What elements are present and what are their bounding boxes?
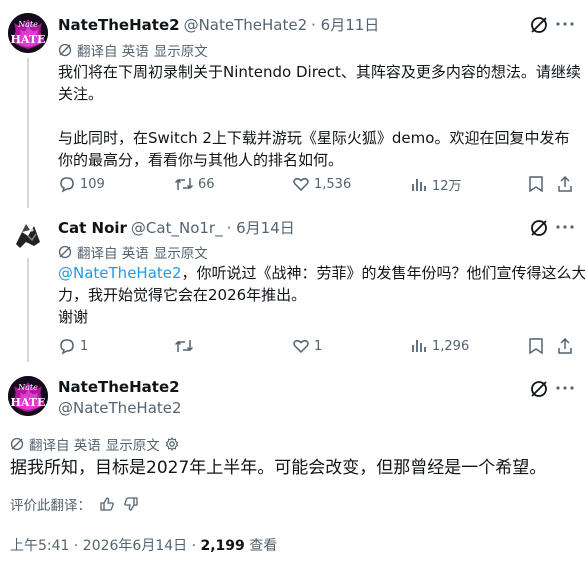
view-count: 2,199: [200, 538, 245, 554]
heart-icon: [292, 175, 310, 193]
tweet-date[interactable]: · 6月14日: [227, 217, 295, 238]
translated-from: 翻译自 英语: [29, 438, 101, 454]
reply-count: 109: [80, 176, 105, 192]
author-name[interactable]: NateTheHate2: [58, 16, 180, 34]
svg-text:Nate: Nate: [17, 20, 38, 29]
bookmark-icon[interactable]: [528, 337, 544, 355]
thumbs-up-icon[interactable]: [99, 496, 115, 512]
author-handle[interactable]: @NateTheHate2: [58, 399, 182, 417]
reply-button[interactable]: 1: [58, 337, 88, 355]
show-original-link[interactable]: 显示原文: [154, 242, 208, 262]
translate-icon: [58, 245, 72, 259]
translated-from: 翻译自 英语: [77, 246, 149, 262]
view-label: 查看: [244, 538, 278, 554]
reply-button[interactable]: 109: [58, 175, 105, 193]
grok-icon[interactable]: [530, 16, 548, 34]
main-tweet-text: 据我所知，目标是2027年上半年。可能会改变，但那曾经是一个希望。: [10, 458, 547, 478]
grok-icon[interactable]: [530, 380, 548, 398]
tweet-date[interactable]: · 6月11日: [311, 14, 379, 35]
mention-link[interactable]: @NateTheHate2: [58, 264, 182, 282]
show-original-link[interactable]: 显示原文: [106, 434, 160, 454]
tweet-text: 我们将在下周初录制关于Nintendo Direct、其阵容及更多内容的想法。请…: [58, 63, 581, 169]
views-button[interactable]: 12万: [410, 175, 462, 194]
repost-button[interactable]: 66: [174, 175, 215, 193]
like-count: 1: [314, 338, 323, 354]
rate-translation-label: 评价此翻译：: [10, 498, 91, 514]
settings-icon[interactable]: [165, 437, 179, 451]
show-original-link[interactable]: 显示原文: [154, 40, 208, 60]
more-icon[interactable]: [556, 22, 574, 26]
tweet-text: @NateTheHate2，你听说过《战神：劳菲》的发售年份吗？他们宣传得这么大…: [58, 264, 585, 326]
author-name[interactable]: NateTheHate2: [58, 378, 180, 396]
view-count: 1,296: [432, 338, 470, 354]
like-button[interactable]: 1,536: [292, 175, 351, 193]
grok-icon[interactable]: [530, 219, 548, 237]
svg-text:HATE: HATE: [11, 33, 46, 46]
like-button[interactable]: 1: [292, 337, 322, 355]
repost-button[interactable]: [174, 337, 198, 355]
svg-text:HATE: HATE: [11, 396, 46, 409]
translated-from: 翻译自 英语: [77, 44, 149, 60]
repost-icon: [174, 337, 194, 355]
avatar-natethehate2[interactable]: Nate HATE: [8, 376, 48, 416]
author-handle[interactable]: @NateTheHate2: [184, 16, 308, 34]
avatar-cat-noir[interactable]: [8, 214, 48, 254]
repost-count: 66: [198, 176, 215, 192]
thread-line: [27, 58, 29, 208]
author-handle[interactable]: @Cat_No1r_: [131, 219, 223, 237]
repost-icon: [174, 175, 194, 193]
bookmark-icon[interactable]: [528, 175, 544, 193]
avatar-natethehate2[interactable]: Nate HATE: [8, 13, 48, 53]
more-icon[interactable]: [556, 225, 574, 229]
share-icon[interactable]: [556, 175, 574, 193]
more-icon[interactable]: [556, 386, 574, 390]
author-name[interactable]: Cat Noir: [58, 219, 127, 237]
views-button[interactable]: 1,296: [410, 337, 469, 355]
thumbs-down-icon[interactable]: [123, 496, 139, 512]
thread-line: [27, 258, 29, 362]
heart-icon: [292, 337, 310, 355]
tweet-timestamp[interactable]: 上午5:41 · 2026年6月14日 ·: [10, 538, 201, 554]
view-count: 12万: [432, 179, 462, 194]
reply-icon: [58, 175, 76, 193]
translate-icon: [10, 437, 24, 451]
views-icon: [410, 176, 428, 194]
svg-text:Nate: Nate: [17, 383, 38, 392]
share-icon[interactable]: [556, 337, 574, 355]
reply-icon: [58, 337, 76, 355]
views-icon: [410, 337, 428, 355]
translate-icon: [58, 43, 72, 57]
like-count: 1,536: [314, 176, 352, 192]
reply-count: 1: [80, 338, 89, 354]
